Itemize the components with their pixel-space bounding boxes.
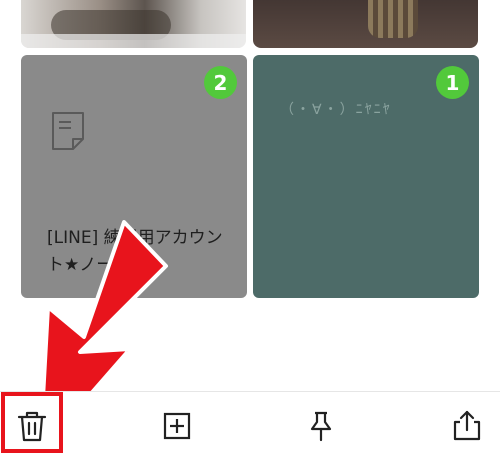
add-square-icon[interactable] xyxy=(159,408,195,444)
note-title: [LINE] 練習用アカウント★ノート.... xyxy=(47,228,223,275)
selection-badge[interactable]: 2 xyxy=(204,66,237,99)
note-icon xyxy=(52,112,84,150)
photo-cat-shape xyxy=(368,0,418,38)
pin-icon[interactable] xyxy=(303,408,339,444)
photo-thumbnail[interactable] xyxy=(253,0,478,48)
photo-floor-shape xyxy=(21,34,246,48)
annotation-highlight-box xyxy=(1,392,63,453)
memo-card[interactable]: 1 （・∀・）ﾆﾔﾆﾔ xyxy=(253,55,479,298)
selection-badge[interactable]: 1 xyxy=(436,66,469,99)
memo-text: （・∀・）ﾆﾔﾆﾔ xyxy=(280,102,392,118)
bottom-toolbar xyxy=(0,391,500,459)
share-icon[interactable] xyxy=(449,408,485,444)
note-card[interactable]: 2 [LINE] 練習用アカウント★ノート.... xyxy=(21,55,247,298)
photo-thumbnail[interactable] xyxy=(21,0,246,48)
